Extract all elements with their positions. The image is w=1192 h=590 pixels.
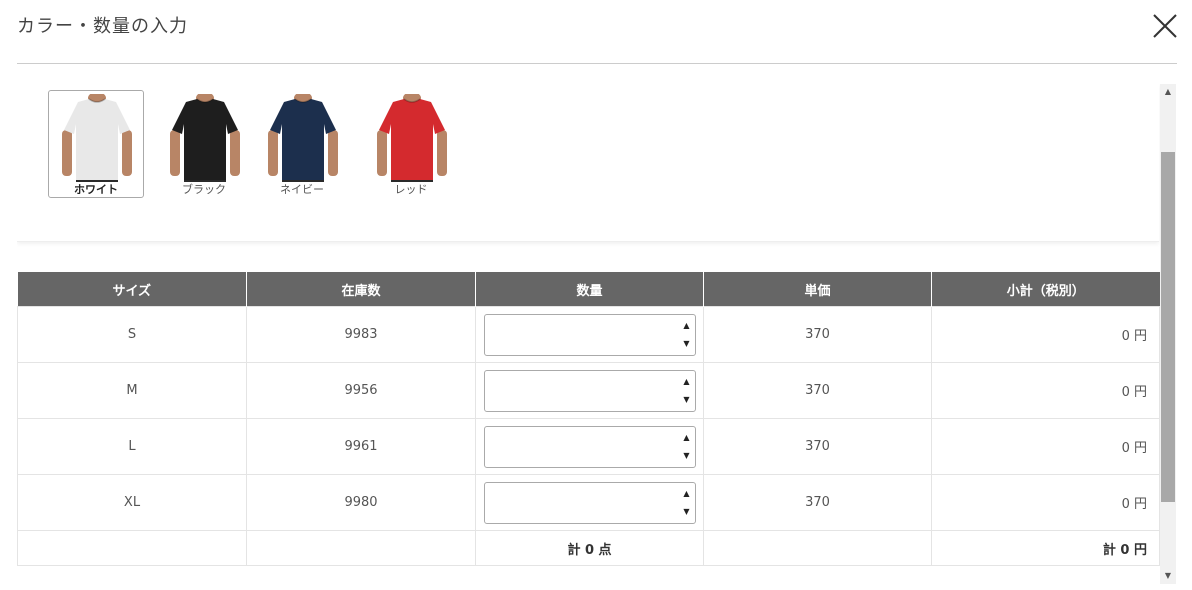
quantity-cell: ▲ ▼ [475,474,704,531]
stock-cell: 9961 [246,418,476,475]
header-subtotal: 小計（税別） [931,272,1160,307]
size-quantity-table: サイズ 在庫数 数量 単価 小計（税別） S 9983 ▲ ▼ 370 0 円 M… [17,272,1160,566]
spin-up-icon[interactable]: ▲ [681,485,693,503]
header-size: サイズ [17,272,247,307]
color-label: ブラック [182,183,226,196]
total-row: 計 0 点 計 0 円 [17,530,1160,566]
quantity-cell: ▲ ▼ [475,418,704,475]
size-cell: M [17,362,247,419]
scrollbar-thumb[interactable] [1161,152,1175,502]
header-divider [17,63,1177,64]
table-row: M 9956 ▲ ▼ 370 0 円 [17,362,1160,419]
size-cell: XL [17,474,247,531]
color-label: ホワイト [74,183,118,196]
table-row: XL 9980 ▲ ▼ 370 0 円 [17,474,1160,531]
subtotal-cell: 0 円 [931,418,1160,475]
size-cell: S [17,306,247,363]
stock-cell: 9980 [246,474,476,531]
spin-down-icon[interactable]: ▼ [681,447,693,465]
scroll-up-icon[interactable]: ▲ [1160,84,1176,100]
color-swatch-navy[interactable]: ネイビー [254,90,350,198]
table-row: L 9961 ▲ ▼ 370 0 円 [17,418,1160,475]
table-row: S 9983 ▲ ▼ 370 0 円 [17,306,1160,363]
color-swatch-white[interactable]: ホワイト [48,90,144,198]
spin-down-icon[interactable]: ▼ [681,503,693,521]
color-label: ネイビー [280,183,324,196]
color-swatch-red[interactable]: レッド [363,90,459,198]
dialog-title: カラー・数量の入力 [17,16,188,37]
subtotal-cell: 0 円 [931,362,1160,419]
price-cell: 370 [703,418,932,475]
color-swatch-black[interactable]: ブラック [156,90,252,198]
header-unit-price: 単価 [703,272,932,307]
tshirt-icon [170,94,240,182]
total-price: 計 0 円 [931,530,1160,566]
spin-down-icon[interactable]: ▼ [681,335,693,353]
tshirt-icon [377,94,447,182]
quantity-stepper[interactable]: ▲ ▼ [483,481,696,524]
price-cell: 370 [703,306,932,363]
empty-cell [17,530,247,566]
quantity-stepper[interactable]: ▲ ▼ [483,425,696,468]
tshirt-icon [62,94,132,182]
close-icon[interactable] [1152,13,1178,39]
empty-cell [703,530,932,566]
price-cell: 370 [703,474,932,531]
tshirt-icon [268,94,338,182]
color-selector: ホワイト ブラック ネイビー レッド [17,84,1159,242]
size-cell: L [17,418,247,475]
subtotal-cell: 0 円 [931,306,1160,363]
header-stock: 在庫数 [246,272,476,307]
quantity-input[interactable] [484,314,687,353]
quantity-input[interactable] [484,370,687,409]
color-label: レッド [394,183,428,196]
stock-cell: 9956 [246,362,476,419]
total-quantity: 計 0 点 [475,530,704,566]
spin-up-icon[interactable]: ▲ [681,373,693,391]
spin-up-icon[interactable]: ▲ [681,429,693,447]
quantity-stepper[interactable]: ▲ ▼ [483,313,696,356]
table-header-row: サイズ 在庫数 数量 単価 小計（税別） [17,272,1160,307]
dialog-body: ホワイト ブラック ネイビー レッド サイズ 在庫数 数量 単価 小計（税別） [17,84,1176,584]
price-cell: 370 [703,362,932,419]
vertical-scrollbar[interactable]: ▲ ▼ [1160,84,1176,584]
spin-down-icon[interactable]: ▼ [681,391,693,409]
quantity-input[interactable] [484,482,687,521]
stock-cell: 9983 [246,306,476,363]
header-quantity: 数量 [475,272,704,307]
quantity-cell: ▲ ▼ [475,306,704,363]
quantity-stepper[interactable]: ▲ ▼ [483,369,696,412]
empty-cell [246,530,476,566]
quantity-input[interactable] [484,426,687,465]
quantity-cell: ▲ ▼ [475,362,704,419]
scroll-down-icon[interactable]: ▼ [1160,568,1176,584]
spin-up-icon[interactable]: ▲ [681,317,693,335]
subtotal-cell: 0 円 [931,474,1160,531]
